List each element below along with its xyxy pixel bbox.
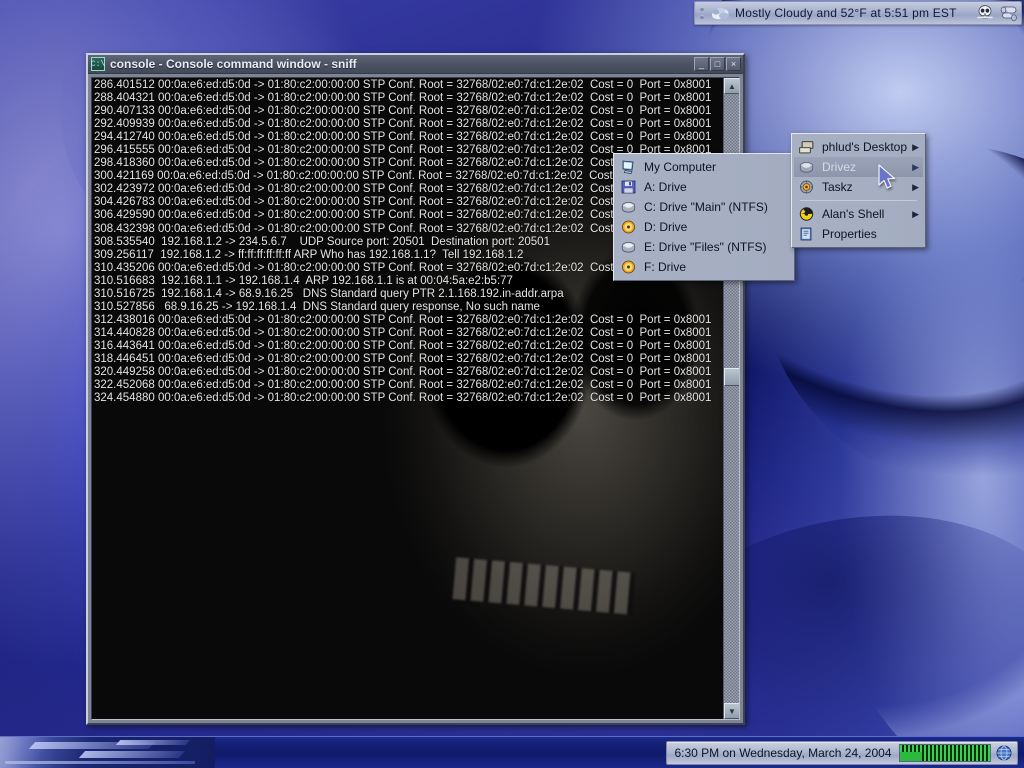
taskbar[interactable]: 6:30 PM on Wednesday, March 24, 2004 bbox=[0, 736, 1024, 768]
menu-item-drivez[interactable]: Drivez ▶ bbox=[794, 157, 923, 177]
taskbar-clock: 6:30 PM on Wednesday, March 24, 2004 bbox=[674, 746, 892, 760]
menu-item-label: Alan's Shell bbox=[822, 207, 885, 221]
cloud-icon bbox=[712, 7, 729, 20]
scroll-up-button[interactable]: ▲ bbox=[724, 78, 739, 94]
menu-item-a-drive[interactable]: A: Drive bbox=[616, 177, 792, 197]
menu-item-label: E: Drive "Files" (NTFS) bbox=[644, 240, 767, 254]
chevron-right-icon: ▶ bbox=[912, 208, 919, 219]
cdrom-icon bbox=[622, 220, 635, 234]
harddisk-icon bbox=[621, 202, 636, 213]
menu-item-label: Drivez bbox=[822, 160, 857, 174]
menu-item-d-drive[interactable]: D: Drive bbox=[616, 217, 792, 237]
minimize-button[interactable]: _ bbox=[694, 57, 709, 71]
window-title: console - Console command window - sniff bbox=[110, 57, 357, 71]
widget-grip[interactable] bbox=[695, 2, 709, 24]
chevron-right-icon: ▶ bbox=[912, 141, 919, 152]
harddisk-icon bbox=[621, 242, 636, 253]
menu-item-label: C: Drive "Main" (NTFS) bbox=[644, 200, 768, 214]
scroll-icon[interactable] bbox=[999, 4, 1019, 22]
window-title-bar[interactable]: C:\ console - Console command window - s… bbox=[88, 55, 743, 74]
globe-icon[interactable] bbox=[995, 744, 1013, 762]
desktop-icon bbox=[799, 141, 814, 154]
wallpaper-swirl bbox=[812, 355, 1024, 768]
menu-item-label: Taskz bbox=[822, 180, 853, 194]
taskbar-accent-line bbox=[5, 761, 195, 764]
chevron-right-icon: ▶ bbox=[912, 161, 919, 172]
weather-text: Mostly Cloudy and 52°F at 5:51 pm EST bbox=[735, 6, 957, 20]
tasks-icon bbox=[800, 180, 813, 194]
cdrom-icon bbox=[622, 260, 635, 274]
scroll-down-button[interactable]: ▼ bbox=[724, 703, 739, 719]
menu-item-f-drive[interactable]: F: Drive bbox=[616, 257, 792, 277]
menu-item-label: F: Drive bbox=[644, 260, 686, 274]
menu-item-label: My Computer bbox=[644, 160, 717, 174]
menu-separator bbox=[800, 200, 917, 201]
menu-item-label: D: Drive bbox=[644, 220, 688, 234]
close-button[interactable]: × bbox=[726, 57, 741, 71]
weather-widget[interactable]: Mostly Cloudy and 52°F at 5:51 pm EST bbox=[694, 1, 1022, 25]
skull-icon[interactable] bbox=[975, 4, 995, 22]
menu-item-label: phlud's Desktop bbox=[822, 140, 908, 154]
menu-item-label: Properties bbox=[822, 227, 877, 241]
drive-icon bbox=[799, 162, 814, 173]
menu-item-properties[interactable]: Properties bbox=[794, 224, 923, 244]
floppy-icon bbox=[621, 180, 636, 194]
menu-item-my-computer[interactable]: My Computer bbox=[616, 157, 792, 177]
network-graph-monitor[interactable] bbox=[899, 744, 991, 762]
menu-item-phluds-desktop[interactable]: phlud's Desktop ▶ bbox=[794, 137, 923, 157]
desktop-context-menu[interactable]: phlud's Desktop ▶ Drivez ▶ Taskz ▶ Alan'… bbox=[791, 133, 926, 248]
menu-item-e-drive[interactable]: E: Drive "Files" (NTFS) bbox=[616, 237, 792, 257]
menu-item-label: A: Drive bbox=[644, 180, 687, 194]
computer-icon bbox=[622, 160, 634, 174]
console-icon: C:\ bbox=[91, 57, 105, 71]
drives-submenu[interactable]: My Computer A: Drive C: Drive "Main" (NT… bbox=[613, 153, 795, 281]
menu-item-alans-shell[interactable]: Alan's Shell ▶ bbox=[794, 204, 923, 224]
taskbar-status-panel[interactable]: 6:30 PM on Wednesday, March 24, 2004 bbox=[666, 741, 1018, 765]
menu-item-taskz[interactable]: Taskz ▶ bbox=[794, 177, 923, 197]
chevron-right-icon: ▶ bbox=[912, 181, 919, 192]
maximize-button[interactable]: □ bbox=[710, 57, 725, 71]
menu-item-c-drive[interactable]: C: Drive "Main" (NTFS) bbox=[616, 197, 792, 217]
properties-icon bbox=[800, 227, 812, 241]
scrollbar-thumb[interactable] bbox=[724, 368, 739, 386]
radiation-icon bbox=[799, 207, 814, 221]
